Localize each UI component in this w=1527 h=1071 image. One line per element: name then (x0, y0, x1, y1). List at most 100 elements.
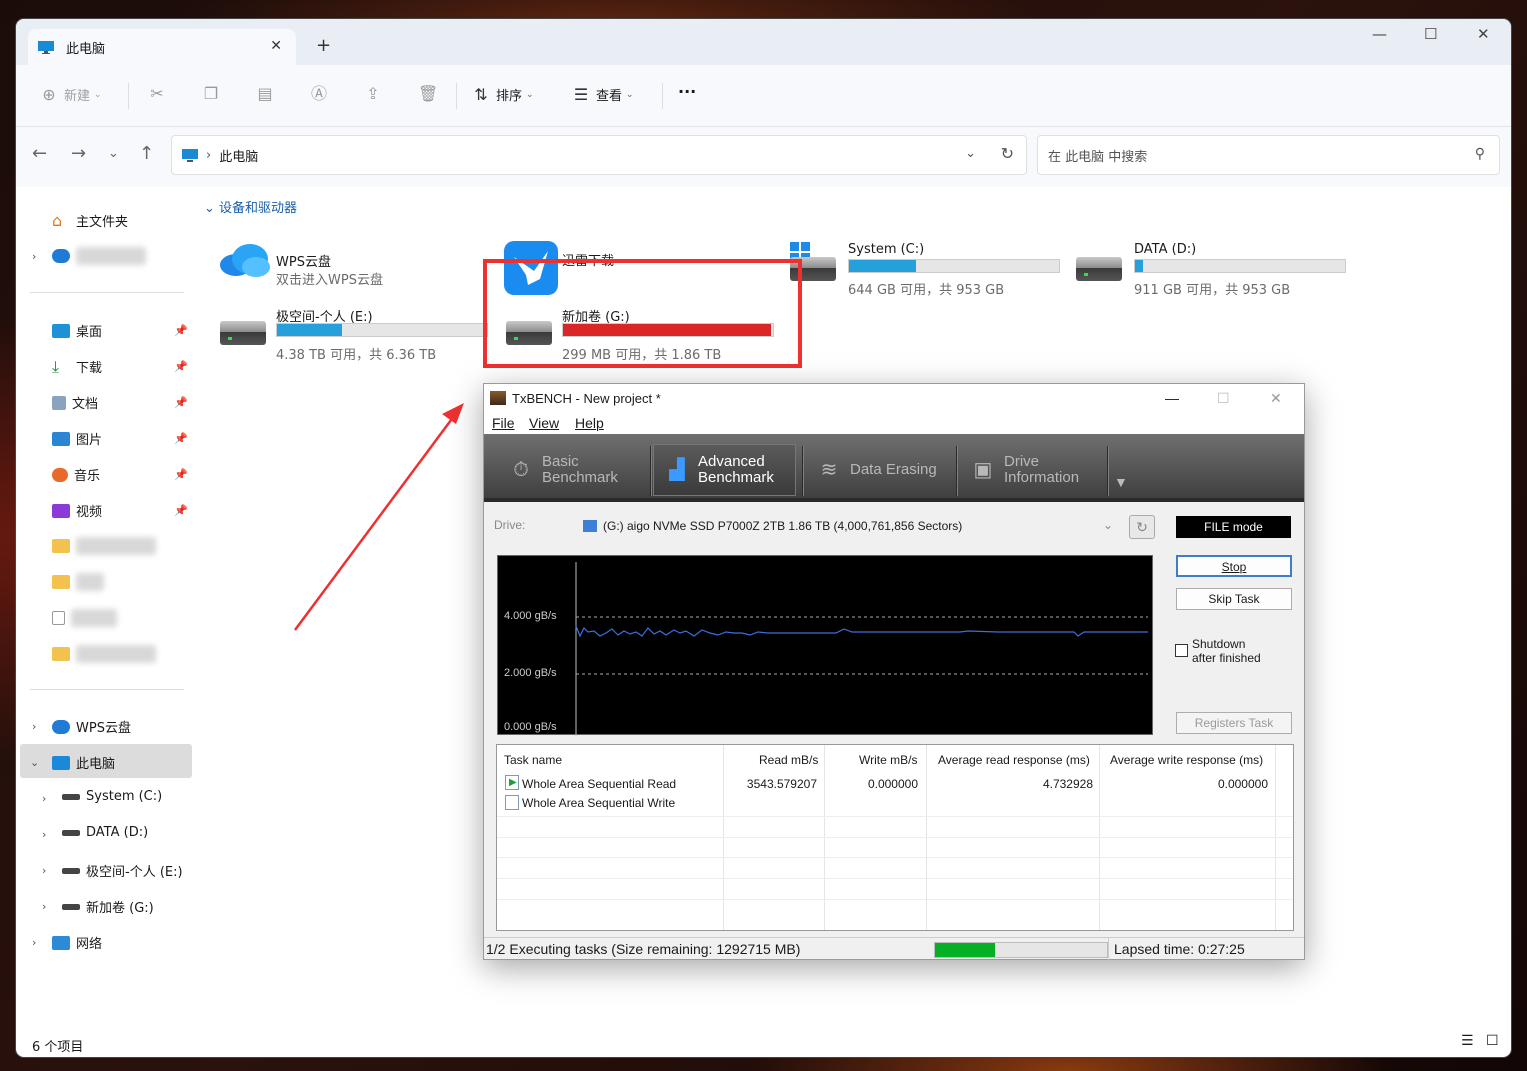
graph-canvas (575, 562, 1148, 736)
pin-icon[interactable]: 📌 (174, 468, 188, 481)
sidebar-item-home[interactable]: ⌂ 主文件夹 (52, 211, 192, 230)
refresh-icon[interactable]: ↻ (1001, 144, 1014, 163)
tab-this-pc[interactable]: 此电脑 ✕ (28, 29, 296, 65)
sidebar-item-network[interactable]: 网络 (52, 933, 192, 952)
row-line (497, 857, 1293, 858)
sidebar-item-drive-c[interactable]: System (C:) (62, 789, 202, 804)
menu-file[interactable]: File (492, 415, 515, 431)
copy-button[interactable]: ❐ (202, 85, 226, 103)
new-tab-button[interactable]: + (316, 35, 331, 56)
expand-chevron-icon[interactable]: › (42, 864, 46, 877)
menu-view[interactable]: View (529, 415, 559, 431)
view-button[interactable]: ☰ 查看 ⌄ (572, 85, 634, 104)
sort-button[interactable]: ⇅ 排序 ⌄ (472, 85, 533, 104)
minimize-icon[interactable]: — (1165, 390, 1179, 406)
column-header[interactable]: Average read response (ms) (938, 753, 1090, 767)
rename-button[interactable]: Ⓐ (310, 85, 334, 103)
sidebar-item-drive-g[interactable]: 新加卷 (G:) (62, 897, 202, 916)
column-header[interactable]: Task name (504, 753, 562, 767)
group-header[interactable]: ⌄ 设备和驱动器 (204, 197, 297, 216)
sidebar-item-videos[interactable]: 视频 📌 (52, 501, 192, 520)
maximize-icon[interactable]: ☐ (1217, 390, 1230, 407)
minimize-icon[interactable]: — (1372, 25, 1387, 43)
sidebar-item-desktop[interactable]: 桌面 📌 (52, 321, 192, 340)
scissors-icon: ✂ (150, 84, 164, 103)
skip-task-button[interactable]: Skip Task (1176, 588, 1292, 610)
collapse-chevron-icon[interactable]: ⌄ (30, 756, 39, 769)
up-icon[interactable]: ↑ (139, 143, 154, 164)
sidebar-item-downloads[interactable]: ⤓ 下载 📌 (52, 357, 192, 376)
sidebar-item-folder[interactable] (52, 537, 192, 555)
shutdown-checkbox[interactable]: Shutdown after finished (1175, 637, 1261, 665)
close-icon[interactable]: ✕ (270, 38, 282, 54)
tiles-view-icon[interactable]: ☐ (1486, 1033, 1499, 1049)
delete-button[interactable]: 🗑 (418, 85, 442, 103)
pin-icon[interactable]: 📌 (174, 432, 188, 445)
drive-select[interactable]: (G:) aigo NVMe SSD P7000Z 2TB 1.86 TB (4… (579, 515, 1119, 537)
tab-drive-information[interactable]: ▣ Drive Information (960, 444, 1105, 496)
sidebar-item-file[interactable] (52, 609, 192, 627)
divider (650, 446, 651, 496)
forward-icon[interactable]: → (71, 143, 86, 164)
cut-button[interactable]: ✂ (148, 85, 172, 103)
chevron-down-icon[interactable]: ⌄ (965, 146, 976, 161)
search-input[interactable]: 在 此电脑 中搜索 ⚲ (1037, 135, 1500, 175)
pin-icon[interactable]: 📌 (174, 504, 188, 517)
sidebar-item-documents[interactable]: 文档 📌 (52, 393, 192, 412)
expand-chevron-icon[interactable]: › (32, 250, 36, 263)
column-header[interactable]: Write mB/s (859, 753, 917, 767)
expand-chevron-icon[interactable]: › (32, 936, 36, 949)
sidebar-item-wps[interactable]: WPS云盘 (52, 717, 192, 736)
capacity-bar (848, 259, 1060, 273)
tab-basic-benchmark[interactable]: ⏱ Basic Benchmark (498, 444, 648, 496)
close-icon[interactable]: ✕ (1270, 390, 1282, 407)
paste-button[interactable]: ▤ (256, 85, 280, 103)
recent-chevron-icon[interactable]: ⌄ (108, 146, 119, 161)
checkbox-box[interactable] (1175, 644, 1188, 657)
stop-label: Stop (1221, 560, 1247, 574)
tab-advanced-benchmark[interactable]: ▟ Advanced Benchmark (653, 444, 796, 496)
details-view-icon[interactable]: ☰ (1461, 1033, 1474, 1049)
pin-icon[interactable]: 📌 (174, 396, 188, 409)
sidebar-item-folder[interactable] (52, 573, 192, 591)
avg-write-response: 0.000000 (1217, 777, 1268, 791)
back-icon[interactable]: ← (32, 143, 47, 164)
expand-chevron-icon[interactable]: › (42, 900, 46, 913)
sidebar-item-drive-d[interactable]: DATA (D:) (62, 825, 202, 840)
item-drive-c[interactable]: System (C:) 644 GB 可用，共 953 GB (790, 225, 1070, 298)
sidebar-item-label: 音乐 (74, 469, 101, 484)
sidebar-item-folder[interactable] (52, 645, 192, 663)
item-wps-cloud[interactable]: WPS云盘 双击进入WPS云盘 (218, 225, 488, 291)
refresh-drive-button[interactable]: ↻ (1129, 515, 1155, 539)
address-bar[interactable]: › 此电脑 ⌄ ↻ (171, 135, 1027, 175)
registers-task-button[interactable]: Registers Task (1176, 712, 1292, 734)
pin-icon[interactable]: 📌 (174, 360, 188, 373)
share-button[interactable]: ⇪ (364, 85, 388, 103)
close-window-icon[interactable]: ✕ (1477, 25, 1490, 43)
sidebar-item-drive-e[interactable]: 极空间-个人 (E:) (62, 861, 202, 880)
dropdown-arrow-icon[interactable]: ▼ (1114, 474, 1128, 490)
divider (1107, 446, 1108, 496)
more-button[interactable]: ··· (678, 82, 696, 101)
expand-chevron-icon[interactable]: › (42, 792, 46, 805)
new-button[interactable]: ⊕ 新建 ⌄ (40, 85, 101, 104)
window-title: TxBENCH - New project * (512, 390, 661, 406)
column-header[interactable]: Read mB/s (759, 753, 818, 767)
menu-help[interactable]: Help (575, 415, 604, 431)
stop-button[interactable]: Stop (1176, 555, 1292, 577)
expand-chevron-icon[interactable]: › (32, 720, 36, 733)
maximize-icon[interactable]: ☐ (1424, 25, 1437, 43)
lapsed-time: Lapsed time: 0:27:25 (1114, 941, 1245, 957)
item-drive-d[interactable]: DATA (D:) 911 GB 可用，共 953 GB (1076, 225, 1356, 298)
tab-data-erasing[interactable]: ≋ Data Erasing (806, 444, 956, 496)
column-header[interactable]: Average write response (ms) (1110, 753, 1263, 767)
pin-icon[interactable]: 📌 (174, 324, 188, 337)
sidebar-item-music[interactable]: 音乐 📌 (52, 465, 192, 484)
sidebar-item-this-pc[interactable]: 此电脑 (52, 753, 192, 772)
expand-chevron-icon[interactable]: › (42, 828, 46, 841)
sidebar-item-pictures[interactable]: 图片 📌 (52, 429, 192, 448)
txbench-status-bar: 1/2 Executing tasks (Size remaining: 129… (484, 937, 1304, 960)
item-drive-e[interactable]: 极空间-个人 (E:) 4.38 TB 可用，共 6.36 TB (218, 291, 498, 363)
breadcrumb-this-pc[interactable]: 此电脑 (219, 146, 258, 165)
sidebar-item-onedrive[interactable] (52, 247, 192, 265)
